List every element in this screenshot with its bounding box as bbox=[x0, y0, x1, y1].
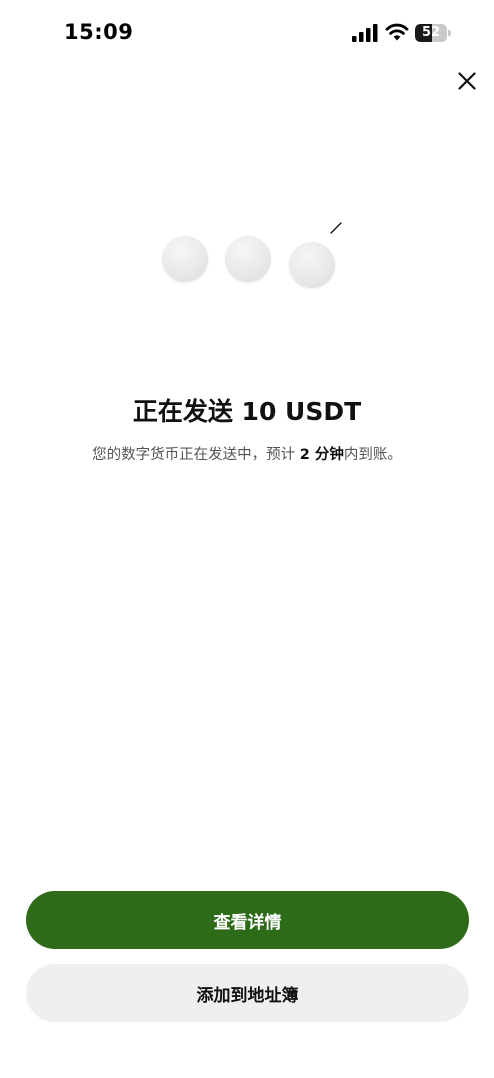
loader-dot bbox=[225, 236, 271, 282]
loader-dot bbox=[162, 236, 208, 282]
close-button[interactable] bbox=[450, 64, 484, 98]
battery-icon: 52 bbox=[415, 24, 451, 42]
spark-icon bbox=[330, 222, 342, 234]
subtitle-prefix: 您的数字货币正在发送中，预计 bbox=[92, 447, 300, 463]
view-details-button[interactable]: 查看详情 bbox=[26, 891, 469, 949]
add-to-address-book-button[interactable]: 添加到地址簿 bbox=[26, 964, 469, 1022]
close-icon bbox=[458, 72, 476, 90]
status-message: 您的数字货币正在发送中，预计 2 分钟内到账。 bbox=[0, 443, 494, 464]
battery-level: 52 bbox=[421, 25, 441, 40]
subtitle-suffix: 内到账。 bbox=[343, 447, 402, 463]
signal-icon bbox=[352, 24, 378, 42]
eta-time: 2 分钟 bbox=[299, 447, 344, 463]
loader-dot bbox=[289, 242, 335, 288]
status-bar: 15:09 52 bbox=[0, 0, 494, 66]
sending-loader bbox=[150, 215, 350, 295]
battery-tip bbox=[448, 30, 451, 36]
page-title: 正在发送 10 USDT bbox=[132, 397, 362, 426]
battery-body: 52 bbox=[415, 24, 447, 42]
status-time: 15:09 bbox=[64, 20, 134, 44]
wifi-icon bbox=[385, 23, 409, 41]
